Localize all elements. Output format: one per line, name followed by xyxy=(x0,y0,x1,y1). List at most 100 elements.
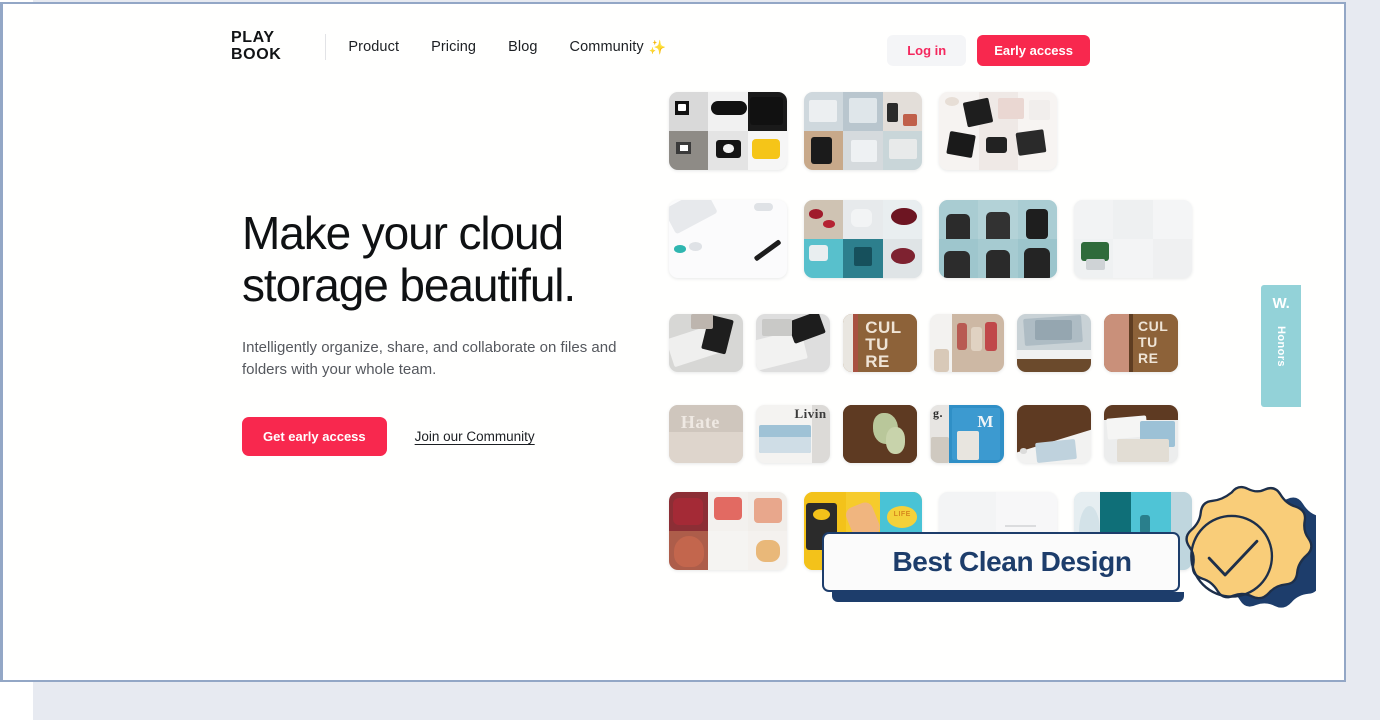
gallery-tile[interactable] xyxy=(669,492,787,570)
join-community-link[interactable]: Join our Community xyxy=(415,429,535,444)
tile-shape xyxy=(811,137,833,164)
early-access-button[interactable]: Early access xyxy=(977,35,1090,66)
nav-link-community[interactable]: Community ✨ xyxy=(570,39,667,55)
tile-shape xyxy=(669,200,718,235)
nav-link-product[interactable]: Product xyxy=(348,39,399,55)
tile-shape xyxy=(673,245,686,254)
tile-shape xyxy=(808,209,823,219)
gallery-tile[interactable] xyxy=(804,92,922,170)
tile-shape xyxy=(956,430,979,460)
gallery-tile[interactable] xyxy=(669,92,787,170)
tile-shape xyxy=(822,220,835,229)
tile-shape xyxy=(753,203,773,211)
tile-text: Hate xyxy=(680,412,720,433)
nav-link-pricing[interactable]: Pricing xyxy=(431,39,476,55)
tile-shape xyxy=(891,207,918,225)
gallery-tile[interactable] xyxy=(1017,405,1091,463)
gallery-tile[interactable]: LIFE xyxy=(804,492,922,570)
tile-shape xyxy=(886,102,899,122)
photo-gallery-grid: CUL TU RE CUL TU RE Hate Livin g. M LIFE xyxy=(661,92,1221,592)
honors-label: Honors xyxy=(1275,326,1287,367)
gallery-row xyxy=(669,200,1192,278)
tile-shape xyxy=(1081,242,1110,261)
tile-shape xyxy=(853,246,873,266)
login-button[interactable]: Log in xyxy=(887,35,967,66)
tile-shape xyxy=(962,97,994,128)
brand-logo[interactable]: PLAY BOOK xyxy=(231,29,281,63)
tile-shape xyxy=(673,535,705,567)
tile-shape xyxy=(1078,506,1100,558)
honors-tab[interactable]: W. Honors xyxy=(1261,285,1301,407)
gallery-tile[interactable] xyxy=(1017,314,1091,372)
gallery-tile[interactable] xyxy=(669,200,787,278)
brand-logo-line2: BOOK xyxy=(231,46,282,63)
tile-cell xyxy=(1112,239,1154,278)
get-early-access-button[interactable]: Get early access xyxy=(242,417,387,456)
hero-subtitle: Intelligently organize, share, and colla… xyxy=(242,339,617,378)
tile-shape xyxy=(986,137,1008,153)
gallery-tile[interactable]: CUL TU RE xyxy=(1104,314,1178,372)
tile-text: TU xyxy=(1138,333,1158,350)
tile-shape xyxy=(885,427,906,454)
gallery-tile[interactable] xyxy=(939,492,1057,570)
tile-cell xyxy=(1153,239,1192,278)
gallery-tile[interactable] xyxy=(1104,405,1178,463)
tile-shape xyxy=(753,239,781,262)
tile-shape xyxy=(1035,438,1078,463)
tile-text: Livin xyxy=(794,406,827,422)
nav-divider xyxy=(325,34,327,60)
brand-logo-line1: PLAY xyxy=(231,29,275,46)
nav-link-blog-label: Blog xyxy=(508,39,538,55)
tile-text: CUL xyxy=(1138,317,1169,334)
tile-shape xyxy=(1028,99,1050,121)
gallery-tile[interactable] xyxy=(843,405,917,463)
honors-mark: W. xyxy=(1272,295,1290,312)
tile-shape xyxy=(1015,129,1047,157)
gallery-row xyxy=(669,92,1057,170)
tile-shape xyxy=(808,245,828,261)
tile-shape xyxy=(946,214,970,239)
gallery-tile[interactable] xyxy=(804,200,922,278)
browser-viewport-frame: PLAY BOOK Product Pricing Blog Community ✨… xyxy=(0,2,1346,682)
gallery-row: CUL TU RE CUL TU RE xyxy=(669,314,1178,372)
tile-shape xyxy=(934,348,950,372)
page-root: PLAY BOOK Product Pricing Blog Community ✨… xyxy=(0,0,1380,720)
tile-shape xyxy=(1005,534,1046,537)
tile-cell xyxy=(939,492,996,570)
tile-text: LIFE xyxy=(893,510,911,518)
tile-shape xyxy=(713,496,743,521)
tile-cell xyxy=(1170,492,1192,570)
tile-cell xyxy=(1104,314,1130,372)
tile-shape xyxy=(888,138,918,160)
nav-actions: Log in Early access xyxy=(887,35,1090,66)
tile-cell xyxy=(804,200,843,239)
gallery-tile[interactable] xyxy=(756,314,830,372)
gallery-tile[interactable] xyxy=(669,314,743,372)
gallery-tile[interactable]: Livin xyxy=(756,405,830,463)
tile-text: TU xyxy=(865,335,889,355)
gallery-tile[interactable]: Hate xyxy=(669,405,743,463)
tile-shape xyxy=(1023,248,1050,278)
gallery-tile[interactable] xyxy=(930,314,1004,372)
gallery-tile[interactable]: g. M xyxy=(930,405,1004,463)
nav-link-product-label: Product xyxy=(348,39,400,55)
tile-shape xyxy=(723,144,734,153)
hero-title-line1: Make your cloud xyxy=(242,207,564,259)
tile-shape xyxy=(891,248,915,264)
gallery-tile[interactable] xyxy=(939,200,1057,278)
tile-shape xyxy=(678,104,686,112)
gallery-tile[interactable] xyxy=(939,92,1057,170)
tile-shape xyxy=(851,209,873,227)
tile-cell xyxy=(1130,492,1171,570)
tile-shape xyxy=(756,540,780,563)
gallery-tile[interactable]: CUL TU RE xyxy=(843,314,917,372)
nav-link-blog[interactable]: Blog xyxy=(508,39,537,55)
gallery-tile[interactable] xyxy=(1074,200,1192,278)
tile-cell xyxy=(879,492,922,570)
hero-cta-group: Get early access Join our Community xyxy=(242,417,652,456)
tile-cell xyxy=(1153,200,1192,239)
gallery-tile[interactable] xyxy=(1074,492,1192,570)
navbar: PLAY BOOK Product Pricing Blog Community ✨ xyxy=(6,7,1341,87)
tile-shape xyxy=(931,437,950,463)
tile-shape xyxy=(1019,447,1028,454)
